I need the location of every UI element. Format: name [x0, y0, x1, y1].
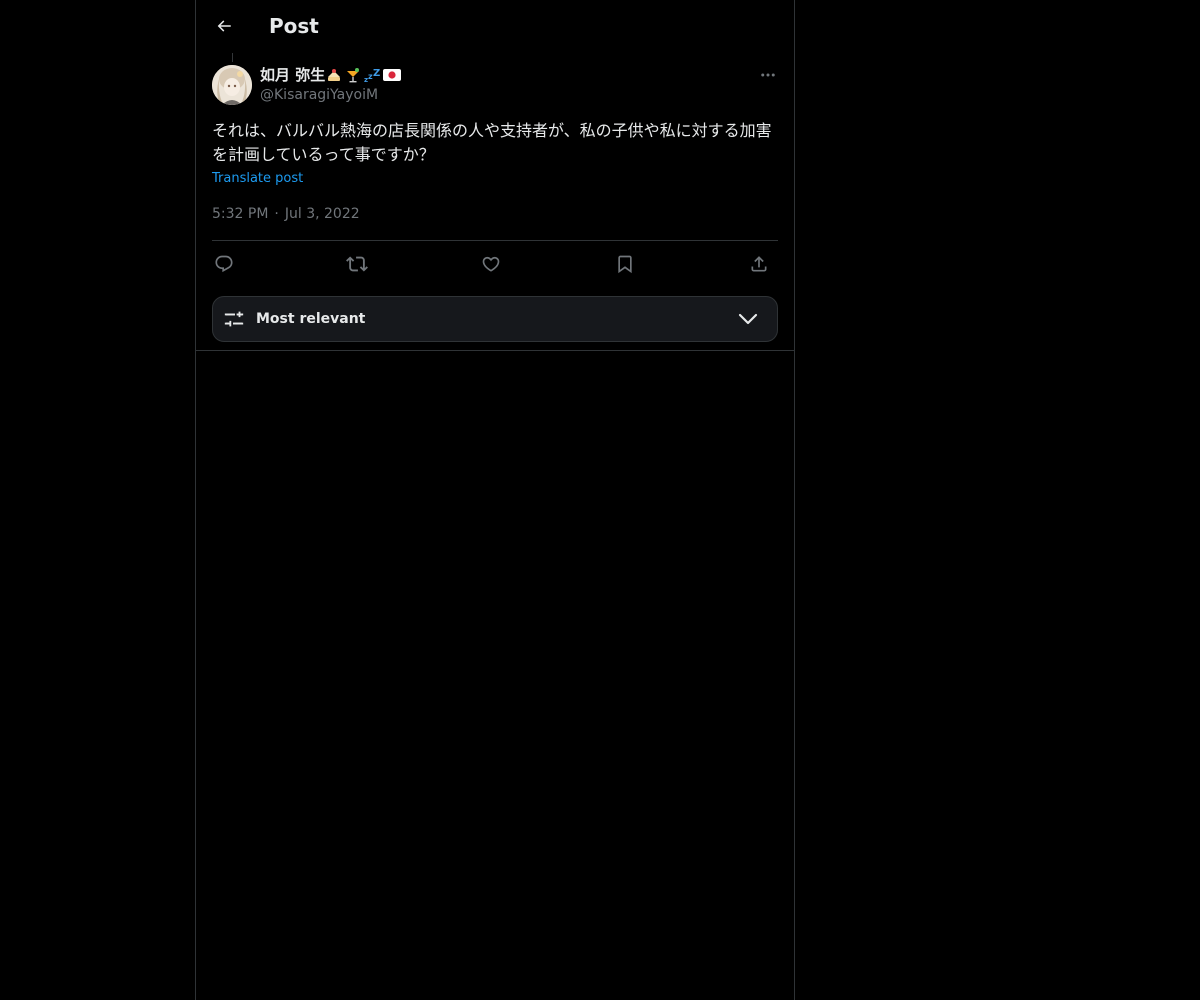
page-title: Post [269, 14, 319, 38]
repost-button[interactable] [345, 252, 369, 276]
tropical-drink-icon [344, 66, 362, 84]
more-horizontal-icon [759, 66, 777, 84]
divider [212, 240, 778, 241]
author-name[interactable]: 如月 弥生 [260, 65, 325, 85]
repost-icon [346, 253, 368, 275]
more-button[interactable] [756, 64, 780, 86]
chevron-down-icon [737, 309, 759, 329]
thread-connector [232, 53, 233, 62]
post-timestamp: 5:32 PM · Jul 3, 2022 [212, 205, 360, 224]
sliders-icon [223, 308, 245, 330]
author-handle[interactable]: @KisaragiYayoiM [260, 86, 378, 105]
reply-button[interactable] [212, 252, 236, 276]
top-bar: Post [196, 0, 794, 53]
reply-icon [214, 254, 234, 274]
cake-icon [325, 66, 343, 84]
divider [196, 350, 794, 351]
main-column: Post 如月 弥生 z z Z @KisaragiYayoiM それは、バルバ… [195, 0, 795, 1000]
sort-label: Most relevant [256, 311, 366, 327]
svg-text:Z: Z [373, 68, 380, 79]
share-icon [749, 254, 769, 274]
action-bar [212, 252, 778, 276]
translate-post-link[interactable]: Translate post [212, 170, 303, 188]
separator-dot: · [274, 206, 279, 222]
reply-sort-dropdown[interactable]: Most relevant [212, 296, 778, 342]
avatar[interactable] [212, 65, 252, 105]
bookmark-icon [615, 254, 635, 274]
post-text: それは、バルバル熱海の店長関係の人や支持者が、私の子供や私に対する加害を計画して… [212, 121, 772, 164]
share-button[interactable] [747, 252, 771, 276]
post-date[interactable]: Jul 3, 2022 [285, 206, 360, 222]
heart-icon [481, 254, 501, 274]
like-button[interactable] [479, 252, 503, 276]
zzz-icon: z z Z [363, 66, 381, 84]
post-time[interactable]: 5:32 PM [212, 206, 268, 222]
arrow-left-icon [215, 17, 233, 35]
back-button[interactable] [209, 11, 239, 41]
japan-flag-icon [382, 66, 402, 84]
author-emoji-row: z z Z [325, 65, 402, 85]
bookmark-button[interactable] [613, 252, 637, 276]
